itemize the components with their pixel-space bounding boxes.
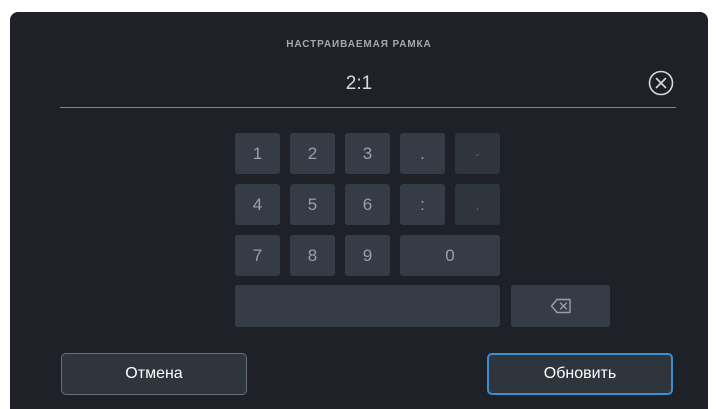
key-7[interactable]: 7 — [235, 235, 280, 276]
value-underline — [60, 107, 676, 108]
key-5[interactable]: 5 — [290, 184, 335, 225]
key-8[interactable]: 8 — [290, 235, 335, 276]
key-4[interactable]: 4 — [235, 184, 280, 225]
update-button[interactable]: Обновить — [487, 353, 673, 395]
dialog-title: НАСТРАИВАЕМАЯ РАМКА — [286, 39, 432, 50]
value-field[interactable]: 2:1 — [10, 73, 708, 95]
key-3[interactable]: 3 — [345, 133, 390, 174]
backspace-button[interactable] — [511, 285, 610, 327]
key-0[interactable]: 0 — [400, 235, 500, 276]
key-9[interactable]: 9 — [345, 235, 390, 276]
key-colon[interactable]: : — [400, 184, 445, 225]
key-dot[interactable]: . — [400, 133, 445, 174]
clear-button[interactable] — [648, 70, 674, 96]
key-space[interactable] — [235, 285, 500, 327]
cancel-button[interactable]: Отмена — [61, 353, 247, 395]
backspace-icon — [550, 298, 571, 314]
close-circle-icon — [648, 70, 674, 96]
key-6[interactable]: 6 — [345, 184, 390, 225]
key-1[interactable]: 1 — [235, 133, 280, 174]
key-comma[interactable]: , — [455, 184, 500, 225]
key-dash[interactable]: - — [455, 133, 500, 174]
frame-guide-dialog: НАСТРАИВАЕМАЯ РАМКА 2:1 1 2 3 . - 4 5 6 … — [10, 12, 708, 409]
key-2[interactable]: 2 — [290, 133, 335, 174]
